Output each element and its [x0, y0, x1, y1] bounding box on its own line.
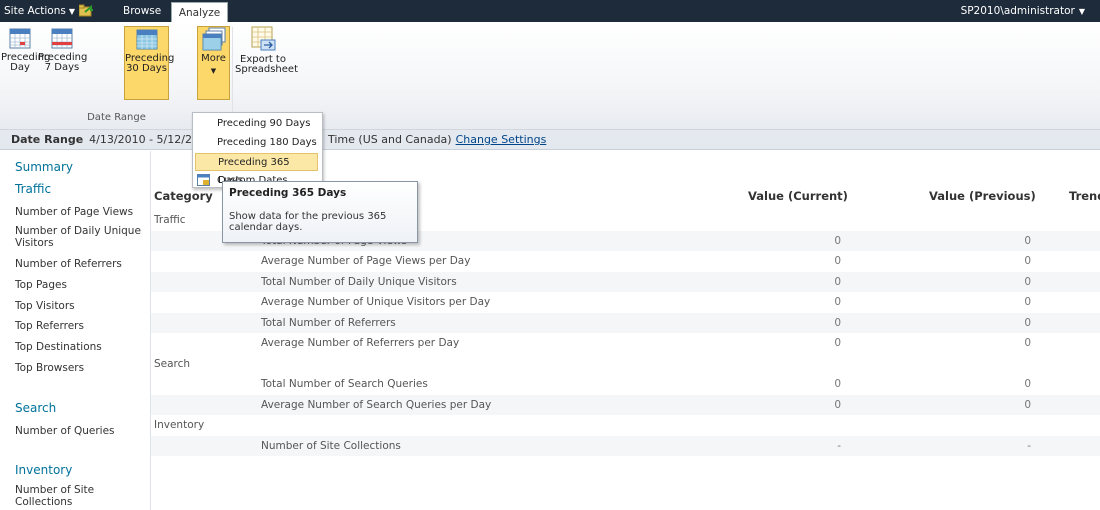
row-metric: Total Number of Search Queries	[261, 378, 428, 390]
row-value-current: 0	[834, 276, 841, 288]
nav-item-top-referrers[interactable]: Top Referrers	[15, 320, 145, 332]
date-range-label: Date Range	[11, 133, 84, 146]
nav-item-top-visitors[interactable]: Top Visitors	[15, 300, 145, 312]
row-value-current: 0	[834, 337, 841, 349]
nav-heading-traffic[interactable]: Traffic	[15, 182, 51, 196]
table-row: Average Number of Page Views per Day 0 0	[151, 251, 1100, 271]
table-row: Total Number of Search Queries 0 0	[151, 374, 1100, 394]
row-value-current: -	[837, 440, 841, 452]
user-menu[interactable]: SP2010\administrator ▼	[961, 0, 1085, 22]
row-metric: Total Number of Daily Unique Visitors	[261, 276, 457, 288]
tooltip-body: Show data for the previous 365 calendar …	[229, 211, 387, 233]
timezone-info: Time (US and Canada) Change Settings	[328, 130, 546, 150]
user-name: SP2010\administrator	[960, 5, 1075, 17]
table-row: Average Number of Search Queries per Day…	[151, 395, 1100, 415]
row-value-previous: 0	[1024, 255, 1031, 267]
row-value-previous: -	[1027, 440, 1031, 452]
export-to-spreadsheet-button[interactable]: Export to Spreadsheet	[233, 26, 298, 100]
column-header-trend: Trend	[1069, 189, 1100, 203]
nav-item-referrers[interactable]: Number of Referrers	[15, 258, 145, 270]
change-settings-link[interactable]: Change Settings	[456, 133, 547, 146]
left-navigation: Summary Traffic Number of Page Views Num…	[0, 151, 151, 510]
timezone-text: Time (US and Canada)	[328, 133, 452, 146]
preceding-day-button[interactable]: Preceding Day	[1, 26, 51, 100]
tab-browse[interactable]: Browse	[118, 0, 166, 22]
row-value-previous: 0	[1024, 337, 1031, 349]
date-range-value: 4/13/2010 - 5/12/2	[89, 133, 192, 146]
tooltip-title: Preceding 365 Days	[229, 187, 347, 199]
row-value-current: 0	[834, 378, 841, 390]
button-label: Export to Spreadsheet	[235, 54, 298, 75]
row-metric: Total Number of Referrers	[261, 317, 396, 329]
menu-item-preceding-180-days[interactable]: Preceding 180 Days	[195, 134, 318, 152]
table-row: Total Number of Referrers 0 0	[151, 313, 1100, 333]
row-value-previous: 0	[1024, 296, 1031, 308]
table-row: Average Number of Referrers per Day 0 0	[151, 333, 1100, 353]
row-metric: Number of Site Collections	[261, 440, 401, 452]
row-value-previous: 0	[1024, 235, 1031, 247]
site-actions-menu[interactable]: Site Actions ▼	[4, 0, 75, 22]
ribbon: Preceding Day Preceding 7 Days Preceding…	[0, 22, 1100, 130]
menu-item-preceding-365-days[interactable]: Preceding 365 Days	[195, 153, 318, 186]
calendar-stack-icon	[202, 27, 225, 51]
preceding-30-days-button[interactable]: Preceding 30 Days	[124, 26, 175, 100]
row-value-previous: 0	[1024, 399, 1031, 411]
tab-analyze[interactable]: Analyze	[171, 2, 228, 23]
column-header-value-previous: Value (Previous)	[929, 189, 1036, 203]
nav-item-queries[interactable]: Number of Queries	[15, 425, 145, 437]
row-metric: Average Number of Page Views per Day	[261, 255, 471, 267]
row-value-current: 0	[834, 255, 841, 267]
preceding-7-days-button[interactable]: Preceding 7 Days	[38, 26, 88, 100]
nav-item-top-pages[interactable]: Top Pages	[15, 279, 145, 291]
column-header-category: Category	[154, 189, 213, 203]
nav-item-daily-unique-visitors[interactable]: Number of Daily Unique Visitors	[15, 225, 145, 249]
row-metric: Average Number of Referrers per Day	[261, 337, 460, 349]
row-value-previous: 0	[1024, 317, 1031, 329]
more-dropdown-menu: Preceding 90 Days Preceding 180 Days Pre…	[192, 112, 323, 188]
button-label: Preceding Day	[1, 52, 51, 73]
folder-navigate-icon[interactable]	[79, 4, 93, 17]
table-row: Search	[151, 354, 1100, 374]
nav-heading-inventory[interactable]: Inventory	[15, 463, 72, 477]
column-header-value-current: Value (Current)	[748, 189, 848, 203]
export-spreadsheet-icon	[251, 26, 276, 51]
nav-heading-search[interactable]: Search	[15, 401, 56, 415]
chevron-down-icon: ▼	[1078, 7, 1085, 16]
more-button[interactable]: More ▼	[197, 26, 230, 100]
row-value-previous: 0	[1024, 378, 1031, 390]
nav-summary[interactable]: Summary	[15, 160, 73, 174]
calendar-week-icon	[51, 28, 73, 49]
button-label: More	[201, 53, 226, 64]
table-row: Number of Site Collections - -	[151, 436, 1100, 456]
button-label: Preceding 7 Days	[38, 52, 88, 73]
row-category: Search	[154, 358, 191, 370]
row-value-current: 0	[834, 235, 841, 247]
nav-item-top-destinations[interactable]: Top Destinations	[15, 341, 145, 353]
row-category: Traffic	[154, 214, 186, 226]
calendar-custom-icon	[197, 174, 210, 186]
calendar-day-icon	[9, 28, 31, 49]
tooltip: Preceding 365 Days Show data for the pre…	[222, 181, 418, 243]
row-value-current: 0	[834, 317, 841, 329]
row-value-current: 0	[834, 399, 841, 411]
nav-item-page-views[interactable]: Number of Page Views	[15, 206, 145, 218]
row-category: Inventory	[154, 419, 205, 431]
row-metric: Average Number of Unique Visitors per Da…	[261, 296, 491, 308]
chevron-down-icon: ▼	[68, 7, 76, 16]
table-row: Average Number of Unique Visitors per Da…	[151, 292, 1100, 312]
nav-item-site-collections[interactable]: Number of Site Collections	[15, 484, 145, 508]
menu-item-preceding-90-days[interactable]: Preceding 90 Days	[195, 115, 318, 133]
site-actions-label: Site Actions	[4, 5, 66, 17]
calendar-month-icon	[136, 29, 157, 50]
table-row: Inventory	[151, 415, 1100, 435]
date-range-bar: Date Range 4/13/2010 - 5/12/2 Time (US an…	[0, 130, 1100, 150]
button-label: Preceding 30 Days	[125, 53, 175, 74]
table-row: Total Number of Daily Unique Visitors 0 0	[151, 272, 1100, 292]
row-metric: Average Number of Search Queries per Day	[261, 399, 492, 411]
top-bar: Site Actions ▼ Browse Analyze SP2010\admi…	[0, 0, 1100, 23]
nav-item-top-browsers[interactable]: Top Browsers	[15, 362, 145, 374]
chevron-down-icon: ▼	[210, 67, 217, 75]
row-value-previous: 0	[1024, 276, 1031, 288]
row-value-current: 0	[834, 296, 841, 308]
